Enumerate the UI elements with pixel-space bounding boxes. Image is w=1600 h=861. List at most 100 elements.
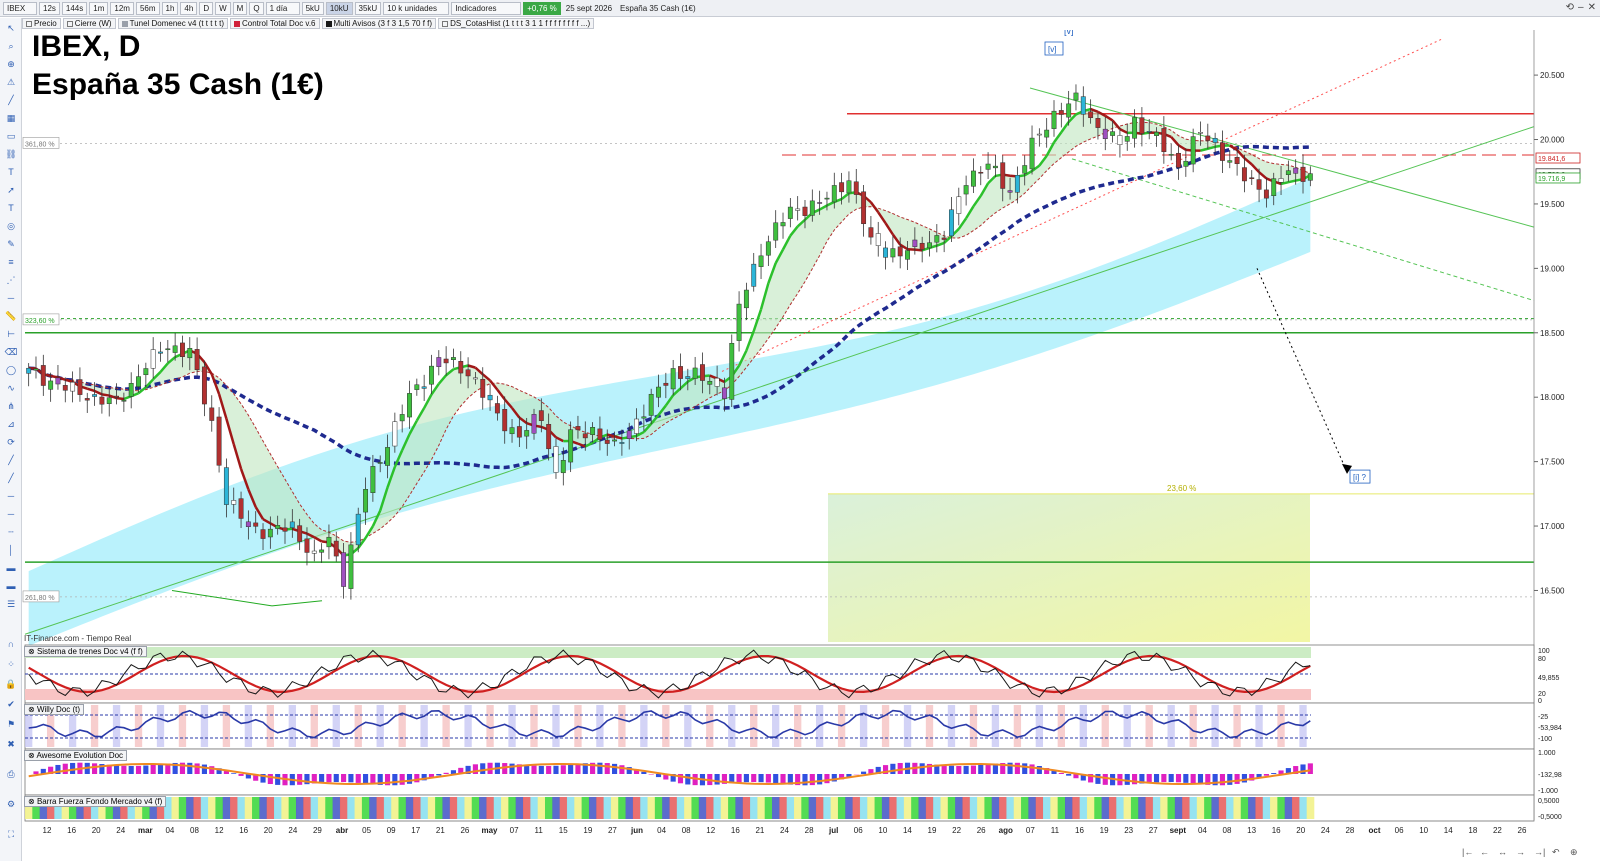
arrow-icon[interactable]: ➚ [4,184,18,196]
fullscreen-icon[interactable]: ⛶ [4,828,18,840]
period-selector[interactable]: 1 día [265,1,300,15]
indicator-tab-price[interactable]: Precio [22,18,61,29]
red-hline-icon[interactable]: ─ [4,508,18,520]
red-line-icon[interactable]: ╱ [4,472,18,484]
panel-label-trenes[interactable]: ⊗ Sistema de trenes Doc v4 (f f) [24,646,147,657]
cycle-icon[interactable]: ⟳ [4,436,18,448]
ruler-icon[interactable]: 📏 [4,310,18,322]
barra-block [369,797,377,819]
timeframe-56m[interactable]: 56m [135,1,160,15]
candle-body [114,395,119,398]
volume-35ku[interactable]: 35kU [354,1,382,15]
date-label: 15 [559,826,568,835]
units-selector[interactable]: 10 k unidades [383,1,450,15]
green-marker-icon[interactable]: ▬ [4,562,18,574]
panel-label-willy[interactable]: ⊗ Willy Doc (t) [24,704,85,715]
indicator-tab-cotashist[interactable]: DS_CotasHist (1 t t t 3 1 1 f f f f f f … [438,18,595,29]
rectangle-icon[interactable]: ▭ [4,130,18,142]
check-icon[interactable]: ✔ [4,698,18,710]
volume-10ku[interactable]: 10kU [325,1,353,15]
blue-marker-icon[interactable]: ▬ [4,580,18,592]
indicators-button[interactable]: Indicadores [451,1,522,15]
green-line-icon[interactable]: ╱ [4,454,18,466]
barra-block [523,797,531,819]
settings-icon[interactable]: ⚙ [4,798,18,810]
barra-block [918,797,927,819]
bookmark-icon[interactable]: ⚑ [4,718,18,730]
timeframe-1h[interactable]: 1h [161,1,179,15]
barra-block [676,797,685,819]
magnifier-icon[interactable]: ⊕ [4,58,18,70]
timeframe-144s[interactable]: 144s [61,1,88,15]
barra-block [1240,797,1249,819]
vline-icon[interactable]: │ [4,544,18,556]
candle-body [92,394,98,397]
pitchfork-icon[interactable]: ⋔ [4,400,18,412]
close-icon[interactable]: ✕ [1588,2,1596,13]
alert-icon[interactable]: ⚠ [4,76,18,88]
timeframe-4h[interactable]: 4h [180,1,198,15]
minimize-icon[interactable]: – [1578,2,1584,13]
close-icon[interactable]: ⊗ [28,705,37,714]
magnet-icon[interactable]: ∩ [4,638,18,650]
awesome-bar [1058,773,1064,774]
candle-body [626,430,632,439]
candle-body [1307,173,1313,181]
lock-icon[interactable]: 🔒 [4,678,18,690]
cursor-icon[interactable]: ↖ [4,22,18,34]
text-box-icon[interactable]: T [4,202,18,214]
pen-icon[interactable]: ✎ [4,238,18,250]
candle-body [992,165,998,169]
dotted-line-icon[interactable]: ┄ [4,526,18,538]
channel-icon[interactable]: ▦ [4,112,18,124]
timeframe-d[interactable]: D [199,1,214,15]
panel-label-awesome[interactable]: ⊗ Awesome Evolution Doc [24,750,128,761]
timeframe-1m[interactable]: 1m [89,1,109,15]
timeframe-q[interactable]: Q [249,1,264,15]
text-icon[interactable]: T [4,166,18,178]
barra-block [559,797,568,819]
trendline-icon[interactable]: ╱ [4,94,18,106]
ellipse-icon[interactable]: ◯ [4,364,18,376]
link-icon[interactable]: ⛓ [4,148,18,160]
candle-body [531,414,537,434]
fibonacci-icon[interactable]: ≡ [4,256,18,268]
volume-5ku[interactable]: 5kU [301,1,324,15]
price-chart[interactable]: 23,60 % 361,80 % 323,60 % 261,80 % [i] ? [v] [… [22,30,1600,861]
barra-block [361,797,370,819]
timeframe-m[interactable]: M [232,1,248,15]
indicator-tab-multi-avisos[interactable]: Multi Avisos (3 f 3 1,5 70 f f) [321,18,437,29]
layers-icon[interactable]: ☰ [4,598,18,610]
indicator-tab-tunel[interactable]: Tunel Domenec v4 (t t t t t) [117,18,228,29]
candle-body [1095,118,1101,128]
close-icon[interactable]: ⊗ [28,797,37,806]
target-icon[interactable]: ◎ [4,220,18,232]
elliott-icon[interactable]: ∿ [4,382,18,394]
zoom-icon[interactable]: ⌕ [4,40,18,52]
eraser-icon[interactable]: ⌫ [4,346,18,358]
panel-label-barra[interactable]: ⊗ Barra Fuerza Fondo Mercado v4 (f) [24,796,167,807]
dots-icon[interactable]: ⁘ [4,658,18,670]
barra-block [449,797,458,819]
indicator-tab-control-total[interactable]: Control Total Doc v.6 [229,18,320,29]
panel-label-text: Awesome Evolution Doc [36,751,124,760]
delete-icon[interactable]: ✖ [4,738,18,750]
fib-fan-icon[interactable]: ⋰ [4,274,18,286]
indicator-tab-close[interactable]: Cierre (W) [62,18,116,29]
close-icon[interactable]: ⊗ [28,647,37,656]
symbol-selector[interactable]: IBEX [3,1,37,15]
awesome-bar [758,774,764,783]
print-icon[interactable]: ⎙ [4,768,18,780]
barra-block [1028,797,1036,819]
measure-icon[interactable]: ⊢ [4,328,18,340]
gann-icon[interactable]: ⊿ [4,418,18,430]
timeframe-12s[interactable]: 12s [39,1,60,15]
timeframe-12m[interactable]: 12m [110,1,134,15]
green-hline-icon[interactable]: ─ [4,490,18,502]
candle-body [590,427,596,435]
hline-icon[interactable]: ─ [4,292,18,304]
candle-body [1220,142,1225,161]
timeframe-w[interactable]: W [215,1,231,15]
refresh-icon[interactable]: ⟲ [1566,2,1574,13]
panel-awesome [24,748,1535,796]
